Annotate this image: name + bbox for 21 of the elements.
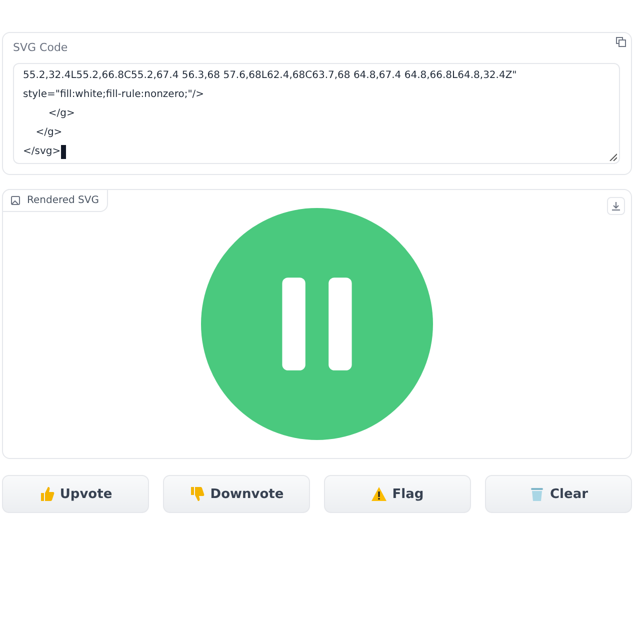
thumbs-down-icon	[189, 486, 206, 502]
code-line: style="fill:white;fill-rule:nonzero;"/>	[23, 88, 204, 102]
panel-label: SVG Code	[13, 41, 69, 54]
vote-button[interactable]: Flag	[324, 475, 471, 513]
code-line: </g>	[34, 126, 62, 140]
code-line: </g>	[47, 107, 75, 121]
panel-label: Rendered SVG	[27, 195, 99, 206]
download-icon	[611, 201, 621, 211]
code-line: </svg>	[23, 145, 61, 159]
download-button[interactable]	[607, 197, 625, 215]
vote-button[interactable]: Downvote	[163, 475, 310, 513]
resize-handle-icon[interactable]	[609, 153, 617, 161]
copy-icon[interactable]	[616, 37, 626, 47]
code-line: 55.2,32.4L55.2,66.8C55.2,67.4 56.3,68 57.6,68L62.4,68C63.7,68 64.8,67.4 64.8,66.8L64.8,32.4Z"	[23, 69, 517, 83]
warning-icon	[371, 486, 388, 502]
code-field[interactable]: 55.2,32.4L55.2,66.8C55.2,67.4 56.3,68 57.6,68L62.4,68C63.7,68 64.8,67.4 64.8,66.8L64.8,32.4Z" style="fill:white;fill-rule:nonzero;"/> </g> </g> </svg>	[13, 63, 620, 164]
vote-button[interactable]: Upvote	[2, 475, 149, 513]
thumbs-up-icon	[38, 486, 55, 502]
trash-icon	[529, 486, 545, 502]
vote-button[interactable]: Clear	[485, 475, 632, 513]
image-icon	[11, 196, 20, 205]
